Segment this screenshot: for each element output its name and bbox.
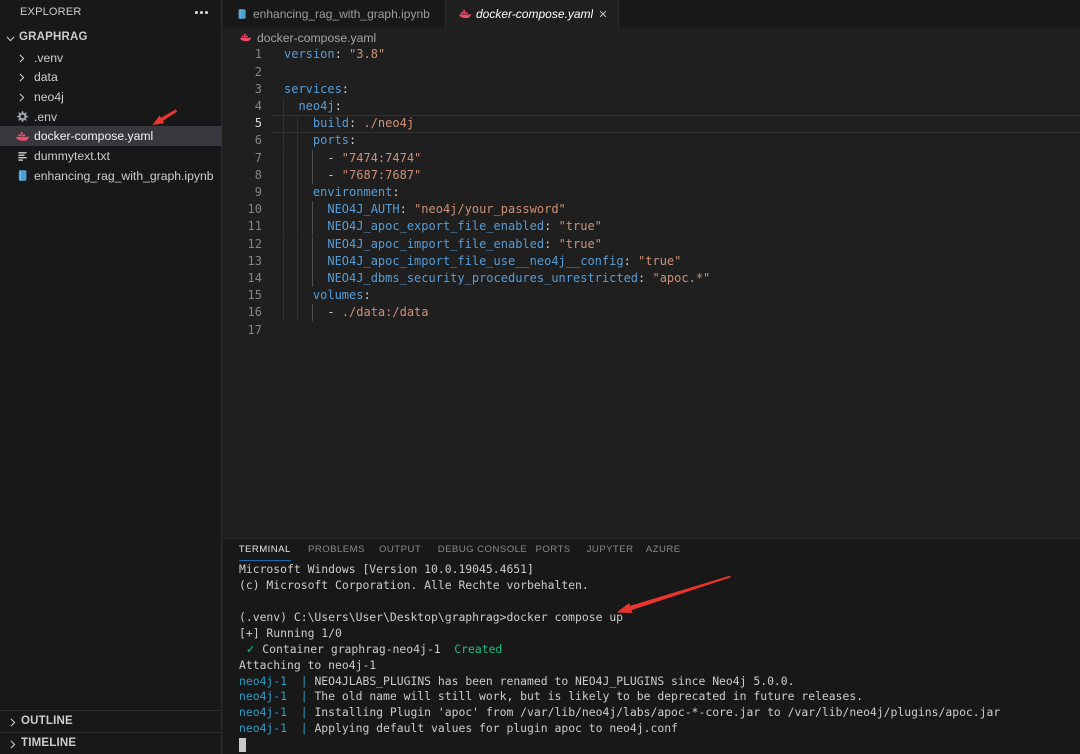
tree-item-dummytext.txt[interactable]: dummytext.txt bbox=[0, 146, 222, 166]
line-number: 10 bbox=[247, 202, 262, 217]
chevron-right-icon bbox=[15, 91, 28, 104]
line-number: 3 bbox=[254, 81, 262, 96]
code-editor[interactable]: 1 version: "3.8" 2 3 services: 4 neo4j: 5 buil… bbox=[223, 0, 1080, 538]
workspace-section-header[interactable]: GRAPHRAG bbox=[0, 28, 221, 48]
chevron-right-icon bbox=[6, 716, 19, 729]
terminal-line: neo4j-1 | Applying default values for pl… bbox=[239, 721, 678, 736]
tree-item-label: docker-compose.yaml bbox=[34, 129, 154, 144]
code-line: build: ./neo4j bbox=[312, 116, 415, 131]
code-line: services: bbox=[284, 81, 350, 96]
terminal-line: Attaching to neo4j-1 bbox=[239, 657, 377, 672]
panel-tab-terminal[interactable]: TERMINAL bbox=[238, 540, 291, 561]
line-number: 16 bbox=[247, 305, 262, 320]
terminal-line: (.venv) C:\Users\User\Desktop\graphrag>d… bbox=[239, 609, 624, 624]
code-line: NEO4J_apoc_import_file_enabled: "true" bbox=[327, 236, 602, 251]
line-number: 11 bbox=[247, 219, 262, 234]
line-number: 4 bbox=[254, 98, 262, 113]
vscode-window: { "colors": { "arrow": "#e8352e", "accen… bbox=[0, 0, 1080, 754]
more-actions-icon[interactable] bbox=[195, 11, 208, 14]
panel-tab-azure[interactable]: AZURE bbox=[646, 540, 681, 561]
explorer-sidebar: EXPLORER GRAPHRAG .venv data neo4j .env dock… bbox=[0, 0, 222, 754]
line-number: 9 bbox=[254, 184, 262, 199]
terminal-cursor bbox=[239, 738, 246, 753]
terminal-line: (c) Microsoft Corporation. Alle Rechte v… bbox=[239, 578, 589, 593]
tree-item-label: .venv bbox=[34, 50, 64, 65]
code-line: NEO4J_AUTH: "neo4j/your_password" bbox=[327, 202, 566, 217]
notebook-icon bbox=[16, 169, 29, 182]
tree-item-label: data bbox=[34, 70, 58, 85]
code-line: version: "3.8" bbox=[284, 47, 386, 62]
docker-icon bbox=[16, 130, 29, 143]
tree-item-label: neo4j bbox=[34, 90, 64, 105]
section-title: TIMELINE bbox=[21, 736, 77, 749]
terminal-line: neo4j-1 | NEO4JLABS_PLUGINS has been ren… bbox=[239, 673, 795, 688]
code-line: - "7474:7474" bbox=[284, 150, 422, 165]
line-number: 12 bbox=[247, 236, 262, 251]
line-number: 13 bbox=[247, 253, 262, 268]
panel: TERMINAL PROBLEMS OUTPUT DEBUG CONSOLE PORTS… bbox=[223, 538, 1080, 754]
tree-item-label: dummytext.txt bbox=[34, 149, 110, 164]
line-number: 6 bbox=[254, 133, 262, 148]
terminal-line: neo4j-1 | Installing Plugin 'apoc' from … bbox=[239, 705, 1001, 720]
code-line: environment: bbox=[312, 184, 400, 199]
code-line: NEO4J_dbms_security_procedures_unrestric… bbox=[327, 270, 711, 285]
panel-tab-ports[interactable]: PORTS bbox=[536, 540, 571, 561]
panel-tab-problems[interactable]: PROBLEMS bbox=[308, 540, 365, 561]
line-number: 14 bbox=[247, 270, 262, 285]
panel-tabs: TERMINAL PROBLEMS OUTPUT DEBUG CONSOLE PORTS… bbox=[223, 540, 1080, 561]
terminal-line: Microsoft Windows [Version 10.0.19045.46… bbox=[239, 562, 534, 577]
tree-item-neo4j[interactable]: neo4j bbox=[0, 87, 222, 107]
gear-icon bbox=[16, 110, 29, 123]
code-line: - "7687:7687" bbox=[284, 167, 422, 182]
terminal-line: ✓ Container graphrag-neo4j-1 Created bbox=[245, 641, 503, 656]
line-number: 8 bbox=[254, 167, 262, 182]
section-title: OUTLINE bbox=[21, 715, 73, 727]
explorer-header: EXPLORER bbox=[0, 0, 221, 26]
line-number: 17 bbox=[247, 322, 262, 337]
chevron-right-icon bbox=[6, 738, 19, 751]
text-file-icon bbox=[16, 150, 29, 163]
section-header-timeline[interactable]: TIMELINE bbox=[0, 731, 221, 753]
line-number: 2 bbox=[254, 64, 262, 79]
section-header-outline[interactable]: OUTLINE bbox=[0, 710, 221, 731]
panel-tab-output[interactable]: OUTPUT bbox=[379, 540, 421, 561]
tree-item-enhancing-rag-with-graph.ipynb[interactable]: enhancing_rag_with_graph.ipynb bbox=[0, 166, 222, 186]
tree-item-.env[interactable]: .env bbox=[0, 107, 222, 127]
code-line: NEO4J_apoc_import_file_use__neo4j__confi… bbox=[327, 253, 682, 268]
workspace-name: GRAPHRAG bbox=[19, 31, 88, 43]
tree-item-docker-compose.yaml[interactable]: docker-compose.yaml bbox=[0, 126, 222, 147]
tree-item-.venv[interactable]: .venv bbox=[0, 48, 222, 68]
terminal-line: neo4j-1 | The old name will still work, … bbox=[239, 689, 864, 704]
chevron-right-icon bbox=[15, 71, 28, 84]
panel-tab-debug-console[interactable]: DEBUG CONSOLE bbox=[438, 540, 528, 561]
line-number: 7 bbox=[254, 150, 262, 165]
line-number: 15 bbox=[247, 288, 262, 303]
code-line: volumes: bbox=[312, 288, 371, 303]
terminal-line: [+] Running 1/0 bbox=[239, 625, 342, 640]
line-number: 5 bbox=[254, 116, 262, 131]
tree-item-label: .env bbox=[34, 109, 58, 124]
chevron-down-icon bbox=[4, 32, 17, 45]
tree-item-label: enhancing_rag_with_graph.ipynb bbox=[34, 168, 214, 183]
chevron-right-icon bbox=[15, 52, 28, 65]
code-line: ports: bbox=[312, 133, 357, 148]
explorer-title: EXPLORER bbox=[20, 6, 82, 18]
code-line: neo4j: bbox=[298, 98, 342, 113]
line-number: 1 bbox=[254, 47, 262, 62]
editor-area: enhancing_rag_with_graph.ipynb docker-com… bbox=[223, 0, 1080, 754]
panel-tab-jupyter[interactable]: JUPYTER bbox=[587, 540, 634, 561]
code-line: NEO4J_apoc_export_file_enabled: "true" bbox=[327, 219, 602, 234]
tree-item-data[interactable]: data bbox=[0, 67, 222, 87]
code-line: - ./data:/data bbox=[284, 305, 429, 320]
